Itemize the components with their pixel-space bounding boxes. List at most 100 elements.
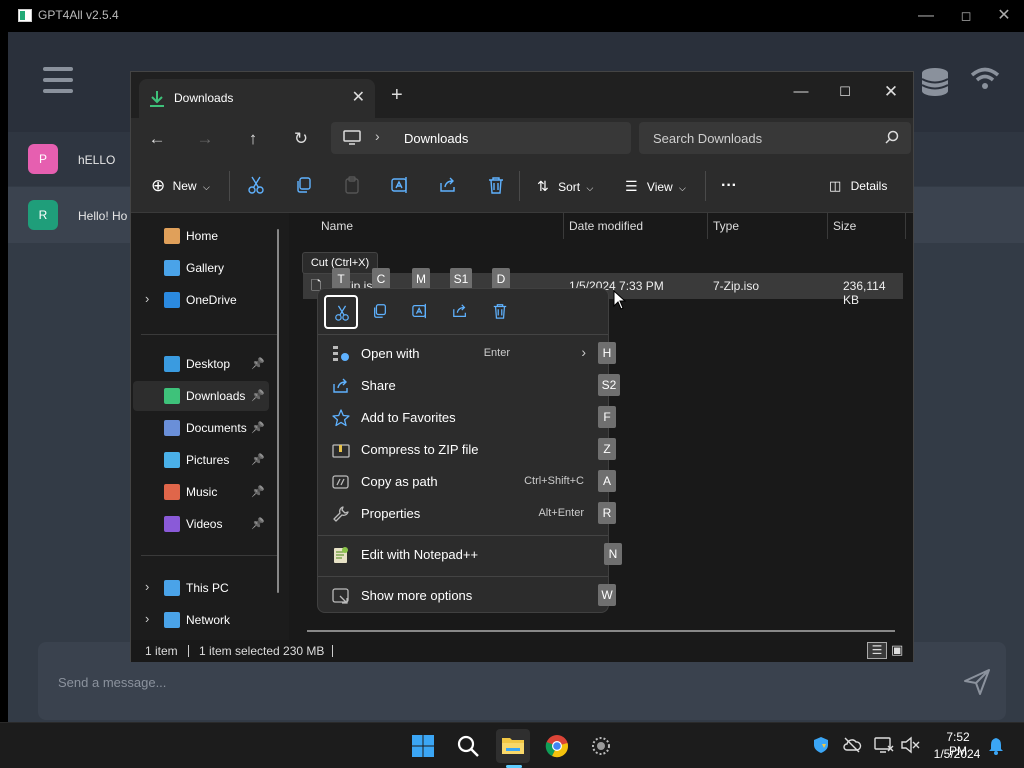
menu-item-open-with[interactable]: Open with Enter ›	[324, 339, 602, 369]
taskbar-file-explorer[interactable]	[496, 729, 530, 763]
tab-downloads[interactable]: Downloads ✕	[139, 79, 375, 118]
security-shield-icon[interactable]	[812, 736, 830, 754]
status-divider	[332, 645, 333, 657]
explorer-maximize-button[interactable]: ☐	[823, 78, 867, 106]
sidebar-item-label: Downloads	[186, 389, 246, 403]
menu-item-edit-notepadpp[interactable]: Edit with Notepad++	[324, 540, 602, 570]
rename-icon	[412, 303, 426, 319]
delete-icon[interactable]	[487, 176, 505, 194]
taskbar-chrome[interactable]	[540, 729, 574, 763]
column-divider[interactable]	[707, 213, 708, 239]
column-divider[interactable]	[563, 213, 564, 239]
cloud-offline-icon[interactable]	[842, 736, 862, 754]
menu-item-add-to-favorites[interactable]: Add to Favorites	[324, 403, 602, 433]
delete-button[interactable]	[484, 295, 518, 329]
copy-button[interactable]	[364, 295, 398, 329]
chevron-right-icon[interactable]: ›	[145, 611, 149, 626]
gpt4all-maximize-button[interactable]: ◻	[946, 5, 986, 27]
sidebar-item-home[interactable]: Home	[133, 221, 269, 251]
copy-icon	[374, 304, 386, 318]
more-options-icon[interactable]: ···	[721, 173, 737, 199]
rename-icon[interactable]	[391, 176, 409, 194]
gpt4all-minimize-button[interactable]: —	[906, 5, 946, 27]
explorer-minimize-button[interactable]: —	[779, 78, 823, 106]
details-button[interactable]: ◫ Details	[829, 173, 887, 199]
sidebar-item-label: Documents	[186, 421, 247, 435]
keytip: R	[598, 502, 616, 524]
gallery-icon	[164, 260, 180, 276]
chevron-right-icon[interactable]: ›	[145, 579, 149, 594]
search-icon[interactable]	[885, 130, 899, 144]
sidebar-item-onedrive[interactable]: › OneDrive	[133, 285, 269, 315]
tiles-view-icon[interactable]: ▣	[891, 642, 903, 658]
sidebar-item-documents[interactable]: Documents 📌	[133, 413, 269, 443]
new-tab-button[interactable]: +	[391, 84, 403, 107]
column-header-size[interactable]: Size	[833, 219, 856, 233]
cut-button[interactable]	[324, 295, 358, 329]
hamburger-menu-icon[interactable]	[43, 67, 73, 93]
explorer-close-button[interactable]: ✕	[869, 78, 913, 106]
sidebar-item-label: Home	[186, 229, 219, 243]
sidebar-item-gallery[interactable]: Gallery	[133, 253, 269, 283]
menu-item-show-more-options[interactable]: Show more options	[324, 581, 602, 611]
share-icon[interactable]	[439, 176, 457, 194]
breadcrumb-downloads[interactable]: Downloads	[404, 131, 468, 146]
database-icon[interactable]	[920, 67, 950, 97]
explorer-tab-bar: Downloads ✕ + — ☐ ✕	[131, 72, 913, 118]
chevron-down-icon: ⌵	[586, 183, 594, 193]
share-button[interactable]	[444, 295, 478, 329]
horizontal-scrollbar[interactable]	[307, 630, 895, 632]
taskbar-gpt4all[interactable]	[584, 729, 618, 763]
nav-scrollbar[interactable]	[277, 229, 279, 593]
details-view-icon[interactable]: ☰	[867, 642, 887, 659]
clock-date[interactable]: 1/5/2024	[929, 747, 985, 761]
start-button[interactable]	[406, 729, 440, 763]
forward-arrow-icon[interactable]: →	[191, 126, 219, 152]
rename-button[interactable]	[404, 295, 438, 329]
wifi-icon[interactable]	[970, 66, 1000, 92]
refresh-icon[interactable]: ↻	[287, 126, 315, 152]
sidebar-item-this-pc[interactable]: › This PC	[133, 573, 269, 603]
network-icon[interactable]	[874, 736, 894, 754]
share-icon	[333, 378, 348, 393]
status-selection: 1 item selected 230 MB	[199, 644, 325, 658]
message-input-placeholder: Send a message...	[58, 675, 167, 690]
address-field[interactable]: › Downloads	[331, 122, 631, 154]
volume-muted-icon[interactable]	[900, 736, 920, 754]
send-icon[interactable]	[962, 667, 992, 697]
column-header-type[interactable]: Type	[713, 219, 739, 233]
menu-item-share[interactable]: Share	[324, 371, 602, 401]
new-button[interactable]: ⊕ New ⌵	[151, 173, 210, 199]
column-header-date[interactable]: Date modified	[569, 219, 643, 233]
sidebar-item-network[interactable]: › Network	[133, 605, 269, 635]
pictures-icon	[164, 452, 180, 468]
view-button[interactable]: ☰ View ⌵	[625, 173, 686, 199]
view-icon: ☰	[625, 178, 638, 194]
taskbar-search-button[interactable]	[451, 729, 485, 763]
sidebar-item-music[interactable]: Music 📌	[133, 477, 269, 507]
open-with-icon	[333, 346, 349, 361]
sort-button[interactable]: ⇅ Sort ⌵	[537, 173, 593, 199]
back-arrow-icon[interactable]: ←	[143, 126, 171, 152]
menu-item-compress-zip[interactable]: Compress to ZIP file	[324, 435, 602, 465]
gpt4all-close-button[interactable]: ✕	[984, 5, 1024, 27]
menu-item-copy-as-path[interactable]: Copy as path Ctrl+Shift+C	[324, 467, 602, 497]
column-header-name[interactable]: Name	[321, 219, 353, 233]
cut-icon[interactable]	[247, 176, 265, 194]
paste-icon[interactable]	[343, 176, 361, 194]
sidebar-item-videos[interactable]: Videos 📌	[133, 509, 269, 539]
notification-bell-icon[interactable]	[988, 737, 1004, 755]
chevron-right-icon[interactable]: ›	[145, 291, 149, 306]
search-box[interactable]: Search Downloads	[639, 122, 911, 154]
column-divider[interactable]	[905, 213, 906, 239]
copy-icon[interactable]	[295, 176, 313, 194]
taskbar: 7:52 PM 1/5/2024	[0, 722, 1024, 768]
column-divider[interactable]	[827, 213, 828, 239]
tab-close-icon[interactable]: ✕	[352, 87, 365, 107]
sidebar-item-downloads[interactable]: Downloads 📌	[133, 381, 269, 411]
chevron-right-icon[interactable]: ›	[375, 128, 380, 144]
menu-item-properties[interactable]: Properties Alt+Enter	[324, 499, 602, 529]
sidebar-item-pictures[interactable]: Pictures 📌	[133, 445, 269, 475]
sidebar-item-desktop[interactable]: Desktop 📌	[133, 349, 269, 379]
up-arrow-icon[interactable]: ↑	[239, 126, 267, 152]
